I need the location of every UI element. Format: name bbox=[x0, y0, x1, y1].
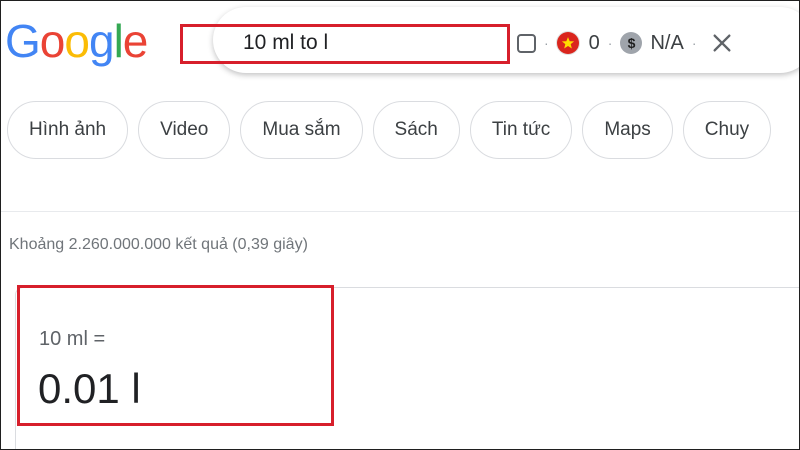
converter-result: 0.01 l bbox=[38, 365, 141, 412]
flag-count: 0 bbox=[588, 31, 600, 54]
star-icon bbox=[561, 37, 574, 49]
search-toolbar: · 0 · $ N/A · bbox=[517, 29, 734, 57]
logo-letter: o bbox=[64, 15, 90, 67]
chip-maps[interactable]: Maps bbox=[582, 101, 673, 159]
header-divider bbox=[1, 211, 799, 212]
result-stats: Khoảng 2.260.000.000 kết quả (0,39 giây) bbox=[9, 236, 308, 253]
chip-shopping[interactable]: Mua sắm bbox=[240, 101, 363, 159]
search-input[interactable]: 10 ml to l bbox=[243, 29, 328, 57]
converter-query: 10 ml = bbox=[39, 328, 106, 350]
logo-letter: G bbox=[5, 15, 41, 67]
chip-images[interactable]: Hình ảnh bbox=[7, 101, 129, 159]
separator-dot: · bbox=[607, 35, 613, 51]
google-search-page: Google 10 ml to l · 0 · $ N/A · Hình ảnh… bbox=[0, 0, 800, 450]
chip-news[interactable]: Tin tức bbox=[469, 101, 573, 159]
dollar-icon[interactable]: $ bbox=[620, 32, 643, 54]
chip-books[interactable]: Sách bbox=[372, 101, 460, 159]
close-icon[interactable] bbox=[710, 31, 734, 55]
close-glyph bbox=[713, 34, 732, 52]
separator-dot: · bbox=[691, 35, 697, 51]
logo-letter: o bbox=[39, 15, 66, 67]
vietnam-flag-icon[interactable] bbox=[556, 32, 579, 54]
google-logo[interactable]: Google bbox=[5, 15, 149, 67]
separator-dot: · bbox=[544, 35, 549, 51]
chip-video[interactable]: Video bbox=[138, 101, 231, 159]
logo-letter: e bbox=[122, 15, 149, 67]
price-value: N/A bbox=[650, 31, 684, 54]
checkbox-icon[interactable] bbox=[517, 33, 536, 53]
search-highlight-box bbox=[180, 24, 510, 64]
logo-letter: g bbox=[88, 15, 115, 67]
search-filter-chips: Hình ảnh Video Mua sắm Sách Tin tức Maps… bbox=[7, 101, 772, 161]
chip-more[interactable]: Chuy bbox=[682, 101, 772, 159]
logo-letter: l bbox=[113, 15, 124, 67]
